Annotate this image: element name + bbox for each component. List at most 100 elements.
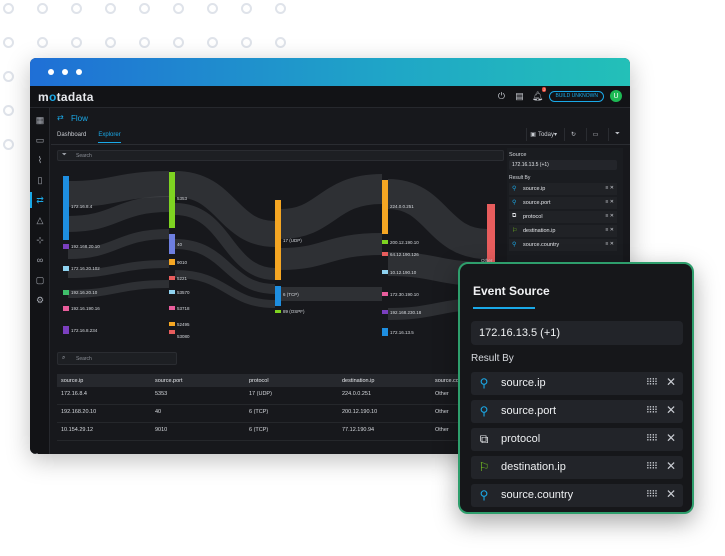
result-by-item-label: source.country (523, 242, 560, 248)
table-header: source.ip source.port protocol destinati… (57, 374, 507, 387)
alert-icon[interactable]: △ (34, 214, 46, 226)
drag-close-icon[interactable]: ≡ ✕ (606, 199, 615, 205)
avatar[interactable]: U (610, 90, 622, 102)
table-cell: 9010 (155, 427, 168, 433)
column-header[interactable]: source.port (155, 378, 183, 384)
aiops-label[interactable]: AIOps (34, 453, 40, 454)
sankey-node[interactable] (169, 322, 175, 326)
sankey-node[interactable] (169, 172, 175, 228)
sankey-node[interactable] (63, 290, 69, 295)
sankey-node[interactable] (169, 259, 175, 265)
result-by-item[interactable]: ⚲ source.country ≡ ✕ (509, 239, 617, 251)
filter-funnel-icon: ⏷ (62, 152, 67, 158)
bell-icon[interactable]: 🔔︎ 2 (531, 87, 547, 102)
sankey-label: 53718 (177, 306, 190, 311)
topology-icon[interactable]: ⊹ (34, 234, 46, 246)
table-row[interactable]: 10.154.29.12 9010 6 (TCP) 77.12.190.94 O… (57, 423, 507, 441)
sankey-node[interactable] (275, 200, 281, 280)
result-by-item[interactable]: ⚐ destination.ip ≡ ✕ (509, 225, 617, 237)
close-icon[interactable]: ✕ (666, 487, 676, 501)
dashboard-icon[interactable]: ▦ (34, 114, 46, 126)
sankey-node[interactable] (275, 310, 281, 313)
close-icon[interactable]: ✕ (666, 459, 676, 473)
drag-handle-icon[interactable]: ⠿⠿ (646, 433, 658, 444)
sankey-label: 64.12.190.126 (390, 252, 419, 257)
tab-divider (51, 144, 630, 145)
result-by-item[interactable]: ⚲ source.port ≡ ✕ (509, 197, 617, 209)
sankey-node[interactable] (382, 310, 388, 314)
drag-close-icon[interactable]: ≡ ✕ (606, 241, 615, 247)
column-header[interactable]: source.co (435, 378, 459, 384)
binoculars-icon[interactable]: ∞ (34, 254, 46, 266)
table-row[interactable]: 172.16.8.4 5353 17 (UDP) 224.0.0.251 Oth… (57, 387, 507, 405)
source-input[interactable]: 172.16.13.5 (+1) (509, 160, 617, 170)
build-badge[interactable]: BUILD UNKNOWN (549, 90, 604, 102)
refresh-icon[interactable]: ↻ (564, 128, 582, 141)
result-by-item[interactable]: ⚲ source.country ⠿⠿ ✕ (471, 484, 683, 507)
report-icon[interactable]: ▢ (34, 274, 46, 286)
plug-icon[interactable]: ⏻ (495, 90, 507, 102)
tab-explorer[interactable]: Explorer (98, 132, 121, 143)
monitor-icon[interactable]: ▭ (34, 134, 46, 146)
sankey-node[interactable] (382, 252, 388, 256)
drag-close-icon[interactable]: ≡ ✕ (606, 213, 615, 219)
table-cell: 40 (155, 409, 162, 415)
sankey-node[interactable] (382, 180, 388, 234)
drag-close-icon[interactable]: ≡ ✕ (606, 185, 615, 191)
event-source-input[interactable]: 172.16.13.5 (+1) (471, 321, 683, 345)
result-by-item[interactable]: ⧉ protocol ≡ ✕ (509, 211, 617, 223)
settings-icon[interactable]: ⚙ (34, 294, 46, 306)
sankey-node[interactable] (63, 306, 69, 311)
table-search[interactable]: ⌕ Search (57, 352, 177, 365)
flow-search[interactable]: ⏷ Search (57, 150, 504, 161)
chart-icon[interactable]: ⌇ (34, 154, 46, 166)
display-icon[interactable]: ▭ (586, 128, 604, 141)
column-header[interactable]: destination.ip (342, 378, 374, 384)
column-header[interactable]: protocol (249, 378, 269, 384)
table-cell: 17 (UDP) (249, 391, 272, 397)
pin-icon: ⚲ (479, 376, 489, 390)
result-by-item[interactable]: ⧉ protocol ⠿⠿ ✕ (471, 428, 683, 451)
sankey-label: 172.16.20.102 (71, 266, 100, 271)
sankey-node[interactable] (169, 234, 175, 254)
result-by-item[interactable]: ⚲ source.ip ⠿⠿ ✕ (471, 372, 683, 395)
sankey-node[interactable] (63, 326, 69, 334)
result-by-item[interactable]: ⚲ source.ip ≡ ✕ (509, 183, 617, 195)
result-by-item[interactable]: ⚐ destination.ip ⠿⠿ ✕ (471, 456, 683, 479)
column-header[interactable]: source.ip (61, 378, 83, 384)
flow-icon[interactable]: ⇄ (30, 192, 46, 208)
result-by-item-label: destination.ip (501, 461, 566, 473)
drag-handle-icon[interactable]: ⠿⠿ (646, 489, 658, 500)
table-row[interactable]: 192.168.20.10 40 6 (TCP) 200.12.190.10 O… (57, 405, 507, 423)
tab-dashboard[interactable]: Dashboard (57, 132, 86, 143)
sankey-node[interactable] (169, 330, 175, 334)
close-icon[interactable]: ✕ (666, 403, 676, 417)
sankey-node[interactable] (382, 292, 388, 296)
sankey-node[interactable] (169, 306, 175, 310)
sankey-node[interactable] (169, 290, 175, 294)
drag-handle-icon[interactable]: ⠿⠿ (646, 461, 658, 472)
sankey-label: 5353 (177, 196, 188, 201)
sankey-node[interactable] (169, 276, 175, 280)
close-icon[interactable]: ✕ (666, 375, 676, 389)
panel-title: Source (509, 152, 527, 158)
time-filter[interactable]: ▣ Today ▾ (526, 128, 560, 141)
sankey-node[interactable] (63, 244, 69, 249)
sankey-label: 172.16.13.5 (390, 330, 414, 335)
sankey-node[interactable] (275, 286, 281, 306)
sankey-node[interactable] (382, 328, 388, 336)
close-icon[interactable]: ✕ (666, 431, 676, 445)
drag-close-icon[interactable]: ≡ ✕ (606, 227, 615, 233)
sankey-node[interactable] (382, 270, 388, 274)
log-icon[interactable]: ▯ (34, 174, 46, 186)
sankey-node[interactable] (63, 266, 69, 271)
flag-icon: ⚐ (512, 228, 518, 234)
result-by-item[interactable]: ⚲ source.port ⠿⠿ ✕ (471, 400, 683, 423)
sankey-node[interactable] (63, 176, 69, 240)
drag-handle-icon[interactable]: ⠿⠿ (646, 405, 658, 416)
filter-icon[interactable]: ⏷ (608, 128, 626, 141)
drag-handle-icon[interactable]: ⠿⠿ (646, 377, 658, 388)
clipboard-icon[interactable]: ▤ (513, 90, 525, 102)
sankey-node[interactable] (382, 240, 388, 244)
sankey-label: 53080 (177, 334, 190, 339)
